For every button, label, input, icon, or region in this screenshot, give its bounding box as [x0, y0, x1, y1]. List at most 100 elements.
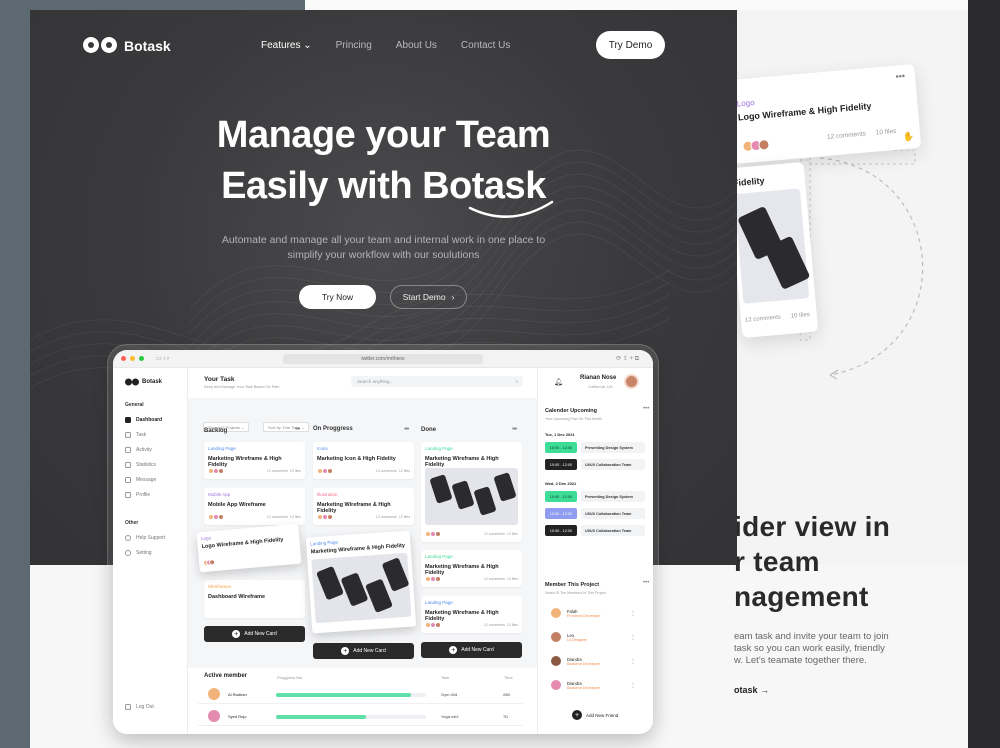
task-card[interactable]: Landing Page Marketing Wireframe & High …	[421, 596, 522, 633]
member-role: Backend Developer	[567, 661, 601, 666]
card-preview-image	[425, 468, 518, 525]
task-card[interactable]: Icons Marketing Icon & High Fidelity 12 …	[313, 442, 414, 479]
member-item[interactable]: Diandra Backend Developer	[551, 680, 600, 690]
sort-due-time[interactable]: Sort by: Due Time ⌄	[263, 422, 310, 432]
avatar[interactable]	[624, 374, 639, 389]
nav-contact[interactable]: Contact Us	[461, 40, 510, 51]
floating-task-card[interactable]: ••• Logo Logo Wireframe & High Fidelity …	[726, 63, 922, 165]
url-bar[interactable]: twitter.com/mrthenx	[283, 354, 483, 364]
add-card-button[interactable]: + Add New Card	[204, 626, 305, 642]
nav-about[interactable]: About Us	[396, 40, 437, 51]
active-member-row[interactable]: Al Radhan Gym 40d 28D	[198, 686, 523, 704]
card-category: Icons	[317, 446, 328, 451]
sidebar-item-message[interactable]: Message	[125, 477, 156, 483]
brand-logo[interactable]: Botask	[82, 35, 171, 57]
member-item[interactable]: Leo UI Designer	[551, 632, 587, 642]
button-label: Add New Card	[353, 648, 386, 654]
add-card-button[interactable]: + Add New Card	[313, 643, 414, 659]
more-icon[interactable]: •••	[404, 426, 409, 433]
botask-logo-icon	[125, 378, 139, 386]
calendar-event[interactable]: 10:00 - 12:00 Presenting Design System	[545, 491, 645, 502]
column-done-title: Done	[421, 427, 436, 433]
plus-icon: +	[341, 647, 350, 655]
active-member-row[interactable]: Syed Rojo Yoga mini 7D	[198, 708, 523, 726]
task-card[interactable]: Landing Page Marketing Wireframe & High …	[421, 442, 522, 542]
calendar-subtitle: Your Upcoming Plan On This Month	[545, 417, 603, 421]
task-card[interactable]: Landing Page Marketing Wireframe & High …	[421, 550, 522, 587]
dragged-task-card[interactable]: Landing Page Marketing Wireframe & High …	[305, 530, 417, 634]
card-category: Mobile App	[208, 492, 231, 497]
sidebar-toggle-icon[interactable]: ▭ ‹ ›	[156, 355, 169, 362]
task-card[interactable]: Illustration Marketing Wireframe & High …	[313, 488, 414, 525]
card-title: Marketing Wireframe & High Fidelity	[425, 456, 499, 468]
sidebar-item-activity[interactable]: Activity	[125, 447, 152, 453]
comments-count: 12 comments	[483, 623, 505, 627]
close-dot[interactable]	[121, 356, 126, 361]
more-icon[interactable]: •••	[512, 426, 517, 433]
member-name: Al Radhan	[228, 692, 247, 697]
dashed-arc-decoration	[800, 150, 924, 380]
comments-count: 12 comments	[744, 314, 782, 324]
task-card[interactable]: Mobile App Mobile App Wireframe 12 comme…	[204, 488, 305, 525]
sidebar-item-task[interactable]: Task	[125, 432, 146, 438]
maximize-dot[interactable]	[139, 356, 144, 361]
avatar	[208, 710, 220, 722]
card-meta: 12 comments 10 files	[827, 128, 897, 141]
section-paragraph: eam task and invite your team to join ta…	[734, 631, 889, 667]
nav-pricing[interactable]: Princing	[336, 40, 372, 51]
more-icon[interactable]: •••	[295, 426, 300, 433]
start-demo-button[interactable]: Start Demo ›	[390, 285, 467, 309]
sidebar-item-profile[interactable]: Profile	[125, 492, 150, 498]
more-icon[interactable]: •••	[895, 71, 905, 82]
bell-icon[interactable]: 🔔︎	[554, 378, 563, 386]
search-input[interactable]: Search anything... ⌕	[351, 376, 523, 387]
add-friend-button[interactable]: + Add New Friend	[572, 710, 618, 720]
task-card[interactable]: Landing Page Marketing Wireframe & High …	[204, 442, 305, 479]
avatar	[218, 514, 224, 520]
files-count: 12 files	[289, 515, 301, 519]
gear-icon	[125, 550, 131, 556]
calendar-event[interactable]: 10:00 - 12:00 UI/UX Collaboration Team	[545, 508, 645, 519]
sidebar-item-statistics[interactable]: Statistics	[125, 462, 156, 468]
time-value: 28D	[503, 692, 511, 697]
member-item[interactable]: Falah Frontend Developer	[551, 608, 601, 618]
card-title: Dashboard Wireframe	[208, 594, 266, 600]
sidebar-item-setting[interactable]: Setting	[125, 550, 152, 556]
more-vertical-icon[interactable]: ⋮	[630, 682, 636, 689]
files-count: 12 files	[398, 515, 410, 519]
calendar-event[interactable]: 10:00 - 12:00 Presenting Design System	[545, 442, 645, 453]
calendar-date: Wed, 2 Dec 2021	[545, 481, 577, 486]
try-demo-button[interactable]: Try Demo	[596, 31, 665, 59]
add-card-button[interactable]: + Add New Card	[421, 642, 522, 658]
para-line: task so you can work easily, friendly	[734, 643, 885, 654]
files-count: 12 files	[506, 577, 518, 581]
browser-actions-icon[interactable]: ⟳ ⇪ + ⧉	[616, 355, 639, 363]
card-meta: 12 comments 12 files	[425, 531, 518, 537]
task-card[interactable]: Wireframes Dashboard Wireframe	[204, 580, 305, 618]
sidebar-label: Profile	[136, 492, 151, 498]
more-vertical-icon[interactable]: ⋮	[630, 634, 636, 641]
nav-features[interactable]: Features ⌄	[261, 40, 312, 51]
minimize-dot[interactable]	[130, 356, 135, 361]
calendar-event[interactable]: 10:00 - 12:00 UI/UX Collaboration Team	[545, 459, 645, 470]
section-link[interactable]: otask →	[734, 685, 769, 695]
avatar	[327, 468, 333, 474]
app-logo[interactable]: Botask	[125, 378, 162, 386]
app-logo-text: Botask	[142, 379, 163, 385]
more-icon[interactable]: •••	[643, 580, 649, 586]
floating-done-card[interactable]: Fidelity 12 comments 10 files	[727, 162, 819, 338]
plus-icon: +	[449, 646, 458, 654]
chevron-down-icon: ⌄	[303, 40, 312, 51]
calendar-event[interactable]: 10:00 - 12:00 UI/UX Collaboration Team	[545, 525, 645, 536]
progress-fill	[276, 715, 366, 719]
more-vertical-icon[interactable]: ⋮	[630, 658, 636, 665]
sidebar-item-dashboard[interactable]: Dashboard	[125, 417, 162, 423]
card-title: Marketing Wireframe & High Fidelity	[425, 610, 499, 622]
hero-title-line2: Easily with Botask	[221, 165, 546, 207]
more-vertical-icon[interactable]: ⋮	[630, 610, 636, 617]
sidebar-item-help[interactable]: Help Support	[125, 535, 165, 541]
logout-button[interactable]: Log Out	[125, 704, 154, 710]
more-icon[interactable]: •••	[643, 406, 649, 412]
try-now-button[interactable]: Try Now	[299, 285, 376, 309]
member-item[interactable]: Diandra Backend Developer	[551, 656, 600, 666]
